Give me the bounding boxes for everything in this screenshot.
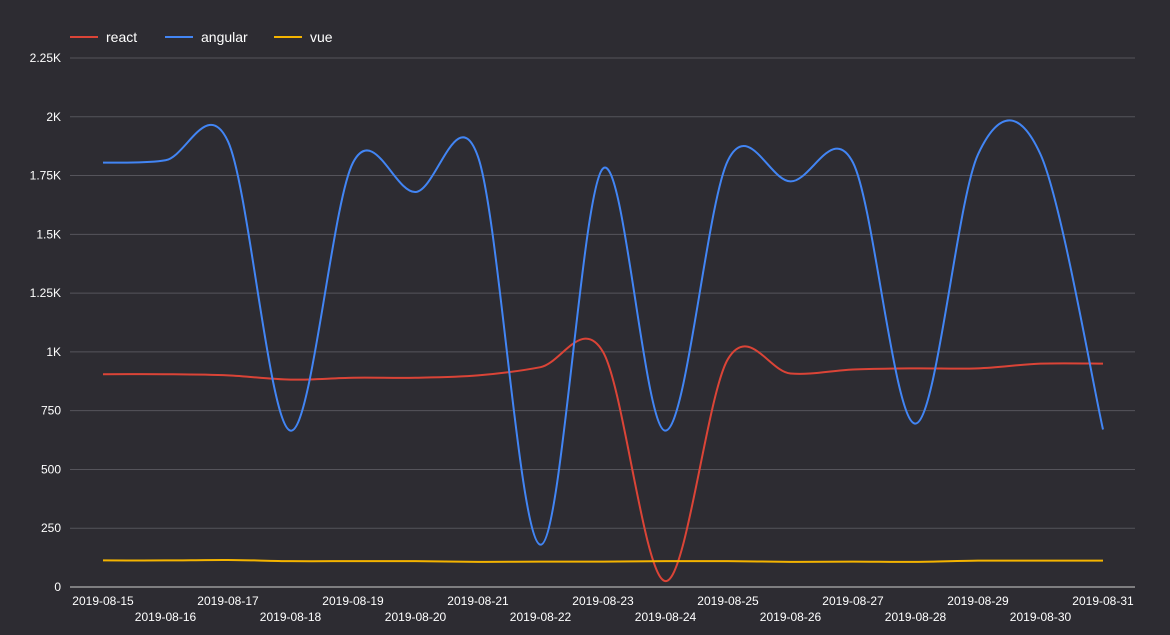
y-tick-label: 1K: [46, 345, 61, 359]
x-tick-label: 2019-08-27: [822, 594, 884, 608]
data-point-vue[interactable]: [476, 559, 481, 564]
y-tick-label: 250: [41, 521, 61, 535]
data-point-angular[interactable]: [663, 428, 668, 433]
legend[interactable]: react angular vue: [70, 29, 333, 45]
data-point-vue[interactable]: [601, 559, 606, 564]
x-tick-label: 2019-08-18: [260, 610, 322, 624]
data-point-vue[interactable]: [851, 559, 856, 564]
data-point-vue[interactable]: [413, 559, 418, 564]
y-tick-label: 750: [41, 404, 61, 418]
data-point-vue[interactable]: [1038, 558, 1043, 563]
x-tick-label: 2019-08-30: [1010, 610, 1072, 624]
data-point-angular[interactable]: [976, 152, 981, 157]
x-tick-label: 2019-08-16: [135, 610, 197, 624]
data-point-vue[interactable]: [101, 558, 106, 563]
x-tick-label: 2019-08-25: [697, 594, 759, 608]
x-tick-label: 2019-08-23: [572, 594, 634, 608]
x-tick-label: 2019-08-29: [947, 594, 1009, 608]
data-point-angular[interactable]: [913, 421, 918, 426]
chart-container: 0 250 500 750 1K 1.25K 1.5K 1.75K 2K 2.25K 2019-08…: [0, 0, 1170, 635]
y-tick-label: 1.5K: [36, 227, 61, 241]
data-point-react[interactable]: [288, 377, 293, 382]
legend-item-vue[interactable]: vue: [274, 29, 333, 45]
legend-item-react[interactable]: react: [70, 29, 137, 45]
y-tick-label: 500: [41, 462, 61, 476]
data-point-vue[interactable]: [663, 559, 668, 564]
data-point-react[interactable]: [163, 372, 168, 377]
data-point-react[interactable]: [663, 579, 668, 584]
x-tick-label: 2019-08-20: [385, 610, 447, 624]
data-point-react[interactable]: [476, 373, 481, 378]
data-point-angular[interactable]: [538, 542, 543, 547]
data-point-react[interactable]: [976, 366, 981, 371]
axis-layer: 0 250 500 750 1K 1.25K 1.5K 1.75K 2K 2.25K 2019-08…: [30, 51, 1134, 624]
data-point-vue[interactable]: [788, 559, 793, 564]
x-tick-label: 2019-08-31: [1072, 594, 1134, 608]
data-point-angular[interactable]: [226, 139, 231, 144]
data-point-react[interactable]: [1101, 361, 1106, 366]
legend-label: react: [106, 29, 137, 45]
data-point-vue[interactable]: [1101, 558, 1106, 563]
x-tick-label: 2019-08-28: [885, 610, 947, 624]
data-point-vue[interactable]: [288, 559, 293, 564]
series-line-angular: [102, 119, 1104, 546]
data-point-react[interactable]: [538, 365, 543, 370]
data-point-react[interactable]: [351, 375, 356, 380]
data-point-vue[interactable]: [226, 557, 231, 562]
data-point-vue[interactable]: [913, 559, 918, 564]
data-point-angular[interactable]: [476, 154, 481, 159]
data-point-react[interactable]: [101, 372, 106, 377]
data-point-vue[interactable]: [538, 559, 543, 564]
grid-layer: [70, 57, 1135, 588]
data-point-vue[interactable]: [976, 558, 981, 563]
data-point-angular[interactable]: [101, 160, 106, 165]
data-point-react[interactable]: [601, 349, 606, 354]
data-point-angular[interactable]: [601, 166, 606, 171]
data-point-react[interactable]: [788, 371, 793, 376]
y-tick-label: 1.25K: [30, 286, 61, 300]
data-point-angular[interactable]: [1038, 152, 1043, 157]
data-point-angular[interactable]: [788, 179, 793, 184]
y-tick-label: 1.75K: [30, 169, 61, 183]
line-chart: 0 250 500 750 1K 1.25K 1.5K 1.75K 2K 2.25K 2019-08…: [30, 29, 1135, 624]
series-line-react: [102, 337, 1104, 583]
x-tick-label: 2019-08-19: [322, 594, 384, 608]
data-point-vue[interactable]: [726, 559, 731, 564]
x-tick-label: 2019-08-21: [447, 594, 509, 608]
x-tick-label: 2019-08-24: [635, 610, 697, 624]
data-point-angular[interactable]: [1101, 427, 1106, 432]
x-tick-label: 2019-08-15: [72, 594, 134, 608]
data-point-angular[interactable]: [351, 160, 356, 165]
data-point-react[interactable]: [226, 373, 231, 378]
legend-item-angular[interactable]: angular: [165, 29, 248, 45]
data-point-react[interactable]: [913, 366, 918, 371]
data-point-react[interactable]: [851, 367, 856, 372]
data-point-vue[interactable]: [163, 558, 168, 563]
data-point-react[interactable]: [413, 375, 418, 380]
x-tick-label: 2019-08-26: [760, 610, 822, 624]
x-tick-label: 2019-08-22: [510, 610, 572, 624]
y-tick-label: 0: [54, 580, 61, 594]
y-tick-label: 2K: [46, 110, 61, 124]
data-point-vue[interactable]: [351, 559, 356, 564]
data-point-angular[interactable]: [851, 160, 856, 165]
y-tick-label: 2.25K: [30, 51, 61, 65]
data-point-react[interactable]: [726, 356, 731, 361]
data-point-angular[interactable]: [163, 158, 168, 163]
legend-label: angular: [201, 29, 248, 45]
data-point-angular[interactable]: [288, 428, 293, 433]
data-point-angular[interactable]: [726, 158, 731, 163]
legend-label: vue: [310, 29, 333, 45]
x-tick-label: 2019-08-17: [197, 594, 259, 608]
data-point-angular[interactable]: [413, 190, 418, 195]
data-point-react[interactable]: [1038, 361, 1043, 366]
